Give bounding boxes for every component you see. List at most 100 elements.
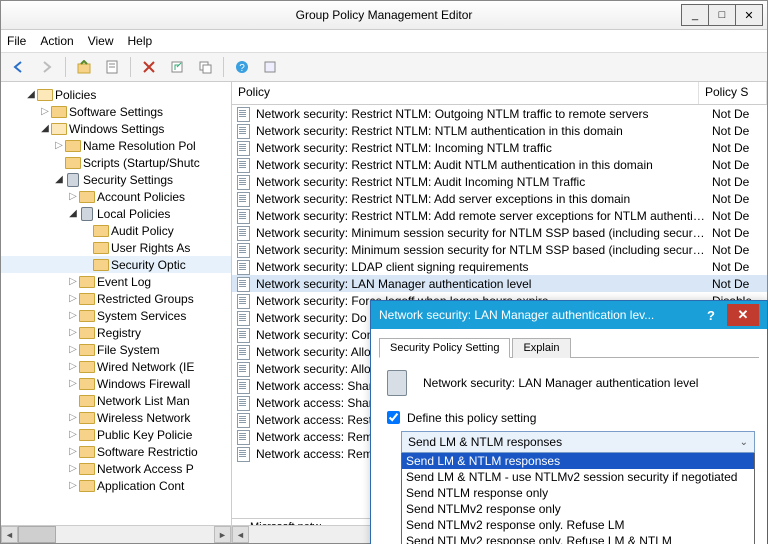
properties-icon[interactable] [100, 55, 124, 79]
policy-row[interactable]: Network security: Restrict NTLM: Incomin… [232, 139, 767, 156]
tree-item[interactable]: ◢Local Policies [1, 205, 231, 222]
titlebar: Group Policy Management Editor _ □ ✕ [1, 1, 767, 30]
policy-row[interactable]: Network security: LAN Manager authentica… [232, 275, 767, 292]
tree-item[interactable]: ▷Wired Network (IE [1, 358, 231, 375]
column-policy[interactable]: Policy [232, 82, 699, 104]
close-button[interactable]: ✕ [735, 4, 763, 26]
tree-item[interactable]: ▷System Services [1, 307, 231, 324]
policy-name: Network security: LAN Manager authentica… [256, 277, 708, 291]
back-button[interactable] [7, 55, 31, 79]
policy-row[interactable]: Network security: LDAP client signing re… [232, 258, 767, 275]
combobox-option[interactable]: Send NTLMv2 response only [402, 501, 754, 517]
folder-icon [79, 445, 95, 459]
tab-security-policy-setting[interactable]: Security Policy Setting [379, 338, 510, 358]
maximize-button[interactable]: □ [708, 4, 736, 26]
tab-explain[interactable]: Explain [512, 338, 570, 358]
tree-item[interactable]: ▷Windows Firewall [1, 375, 231, 392]
tree-item[interactable]: ▷Wireless Network [1, 409, 231, 426]
policy-row[interactable]: Network security: Restrict NTLM: Audit I… [232, 173, 767, 190]
column-status[interactable]: Policy S [699, 82, 767, 104]
tree-item[interactable]: ◢Security Settings [1, 171, 231, 188]
help-icon[interactable]: ? [230, 55, 254, 79]
forward-button[interactable] [35, 55, 59, 79]
policy-name: Network security: Minimum session securi… [256, 243, 708, 257]
combobox-option[interactable]: Send LM & NTLM - use NTLMv2 session secu… [402, 469, 754, 485]
policy-name-label: Network security: LAN Manager authentica… [423, 376, 698, 390]
tree-item-label: Wired Network (IE [97, 360, 194, 374]
tree-item[interactable]: User Rights As [1, 239, 231, 256]
auth-level-combobox[interactable]: Send LM & NTLM responses ⌄ Send LM & NTL… [401, 431, 755, 544]
export-icon[interactable] [165, 55, 189, 79]
policy-row[interactable]: Network security: Restrict NTLM: Outgoin… [232, 105, 767, 122]
column-headers[interactable]: Policy Policy S [232, 82, 767, 105]
policy-name: Network security: Minimum session securi… [256, 226, 708, 240]
combobox-option[interactable]: Send NTLMv2 response only. Refuse LM [402, 517, 754, 533]
combobox-option[interactable]: Send NTLMv2 response only. Refuse LM & N… [402, 533, 754, 544]
folder-icon [79, 394, 95, 408]
tree-item[interactable]: ◢Policies [1, 86, 231, 103]
policy-status: Not De [708, 243, 767, 257]
dialog-help-button[interactable]: ? [695, 304, 727, 326]
minimize-button[interactable]: _ [681, 4, 709, 26]
tree-item-label: Name Resolution Pol [83, 139, 196, 153]
combobox-option[interactable]: Send NTLM response only [402, 485, 754, 501]
tree-horizontal-scrollbar[interactable]: ◄ ► [1, 525, 231, 543]
tree-item-label: Security Optic [111, 258, 186, 272]
scroll-right-button[interactable]: ► [214, 526, 231, 543]
scroll-left-button[interactable]: ◄ [232, 526, 249, 543]
tree-item[interactable]: ▷Public Key Policie [1, 426, 231, 443]
tree-item[interactable]: Scripts (Startup/Shutc [1, 154, 231, 171]
tree-item-label: Network Access P [97, 462, 194, 476]
refresh-icon[interactable] [258, 55, 282, 79]
shield-icon [65, 173, 81, 187]
menu-help[interactable]: Help [128, 34, 153, 48]
menu-file[interactable]: File [7, 34, 26, 48]
folder-icon [93, 258, 109, 272]
tree-item[interactable]: ▷Software Restrictio [1, 443, 231, 460]
folder-icon [79, 309, 95, 323]
tree-item[interactable]: ▷Name Resolution Pol [1, 137, 231, 154]
scroll-left-button[interactable]: ◄ [1, 526, 18, 543]
tree-item[interactable]: Network List Man [1, 392, 231, 409]
menu-view[interactable]: View [88, 34, 114, 48]
up-icon[interactable] [72, 55, 96, 79]
tree-item[interactable]: ▷File System [1, 341, 231, 358]
combobox-option[interactable]: Send LM & NTLM responses [402, 453, 754, 469]
tree-item[interactable]: ▷Restricted Groups [1, 290, 231, 307]
policy-icon [236, 124, 252, 138]
tree-item[interactable]: ▷Network Access P [1, 460, 231, 477]
policy-name: Network security: Restrict NTLM: Add ser… [256, 192, 708, 206]
policy-row[interactable]: Network security: Restrict NTLM: Audit N… [232, 156, 767, 173]
tree-item[interactable]: ▷Application Cont [1, 477, 231, 494]
policy-row[interactable]: Network security: Restrict NTLM: Add ser… [232, 190, 767, 207]
delete-icon[interactable] [137, 55, 161, 79]
policy-icon [236, 396, 252, 410]
policy-row[interactable]: Network security: Restrict NTLM: NTLM au… [232, 122, 767, 139]
define-policy-checkbox[interactable] [387, 411, 400, 424]
scroll-thumb[interactable] [18, 526, 56, 543]
policy-icon [236, 141, 252, 155]
tree-item[interactable]: Security Optic [1, 256, 231, 273]
tree-item[interactable]: Audit Policy [1, 222, 231, 239]
menu-action[interactable]: Action [40, 34, 73, 48]
define-policy-label: Define this policy setting [407, 411, 536, 425]
folder-icon [79, 292, 95, 306]
tree-item[interactable]: ▷Registry [1, 324, 231, 341]
policy-row[interactable]: Network security: Minimum session securi… [232, 224, 767, 241]
policy-name: Network security: Restrict NTLM: NTLM au… [256, 124, 708, 138]
policy-icon [236, 430, 252, 444]
policy-row[interactable]: Network security: Minimum session securi… [232, 241, 767, 258]
tree-item-label: Scripts (Startup/Shutc [83, 156, 200, 170]
dialog-close-button[interactable]: ✕ [727, 304, 759, 326]
policy-icon [236, 311, 252, 325]
copy-icon[interactable] [193, 55, 217, 79]
tree-item[interactable]: ▷Event Log [1, 273, 231, 290]
tree-item[interactable]: ▷Software Settings [1, 103, 231, 120]
policy-row[interactable]: Network security: Restrict NTLM: Add rem… [232, 207, 767, 224]
folder-icon [79, 428, 95, 442]
tree-item-label: Event Log [97, 275, 151, 289]
tree-item[interactable]: ▷Account Policies [1, 188, 231, 205]
policy-name: Network security: Restrict NTLM: Incomin… [256, 141, 708, 155]
tree-item[interactable]: ◢Windows Settings [1, 120, 231, 137]
tree-pane[interactable]: ◢Policies▷Software Settings◢Windows Sett… [1, 82, 232, 543]
